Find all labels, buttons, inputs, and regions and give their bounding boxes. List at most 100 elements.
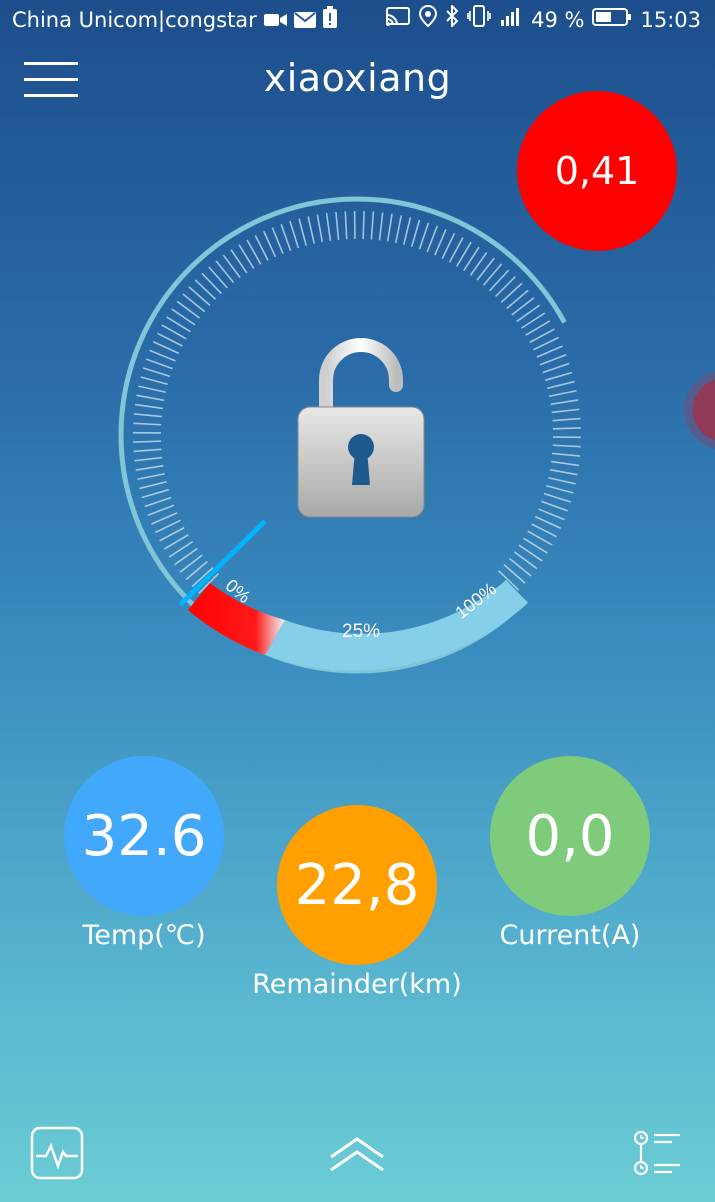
vibrate-icon (467, 0, 491, 40)
gauge-label-mid: 25% (342, 621, 380, 642)
gauge-tick (551, 408, 580, 414)
gauge-tick (271, 227, 284, 254)
pulse-chart-icon[interactable] (30, 1126, 84, 1180)
gauge-tick (541, 500, 569, 512)
gauge-tick (151, 512, 178, 525)
status-bar: China Unicom|congstar 49 % 15:03 (0, 0, 715, 40)
gauge-tick (133, 448, 162, 453)
gauge-tick (144, 496, 172, 508)
gauge-tick (543, 492, 571, 503)
gauge-tick (289, 221, 300, 249)
bluetooth-icon (445, 0, 459, 40)
temperature-circle[interactable]: 32.6 (64, 756, 224, 916)
gauge-tick (552, 417, 581, 422)
signal-icon (499, 0, 523, 40)
gauge-tick (418, 222, 430, 250)
gauge-tick (394, 215, 403, 244)
gauge-tick (136, 394, 165, 402)
app-screen: China Unicom|congstar 49 % 15:03 xiaoxia… (0, 0, 715, 1202)
remainder-value: 22,8 (294, 852, 420, 918)
clock: 15:03 (640, 8, 701, 32)
gauge-tick (145, 358, 173, 370)
gauge-tick (154, 519, 181, 534)
gauge-tick (489, 269, 510, 292)
gauge-tick (552, 444, 581, 448)
remainder-circle[interactable]: 22,8 (277, 805, 437, 965)
gauge-tick (140, 376, 168, 386)
chevron-up-icon[interactable] (328, 1133, 386, 1173)
gauge-tick (546, 484, 574, 494)
gauge-tick (538, 508, 565, 521)
gauge-tick (152, 341, 180, 355)
gauge-tick (325, 212, 332, 241)
gauge-tick (280, 223, 292, 251)
unlocked-padlock-icon[interactable] (296, 335, 426, 520)
gauge-tick (316, 214, 324, 243)
gauge-tick (141, 488, 170, 499)
mail-icon (294, 1, 317, 41)
gauge-tick (138, 385, 166, 394)
gauge-tick (149, 349, 176, 362)
gauge-tick (201, 272, 222, 295)
current-label: Current(A) (499, 920, 641, 951)
gauge-tick (549, 468, 578, 476)
history-list-icon[interactable] (632, 1128, 684, 1178)
video-icon (263, 1, 288, 41)
temperature-value: 32.6 (81, 803, 207, 869)
remainder-label: Remainder(km) (252, 969, 462, 1000)
gauge-tick (137, 472, 166, 481)
temperature-label: Temp(℃) (82, 920, 206, 951)
gauge-tick (386, 213, 393, 242)
gauge-tick (143, 367, 171, 378)
gauge-tick (194, 279, 217, 300)
gauge-tick (550, 399, 579, 406)
gauge-tick (134, 403, 163, 410)
battery-alert-icon (322, 1, 337, 41)
gauge-tick (551, 460, 580, 467)
gauge-tick (552, 452, 581, 457)
gauge-tick (378, 212, 384, 241)
gauge-tick (133, 440, 162, 443)
gauge-tick (500, 282, 523, 303)
gauge-tick (263, 230, 277, 258)
floating-assist-button[interactable] (684, 370, 715, 450)
gauge-tick (544, 371, 573, 382)
gauge-tick (547, 380, 575, 390)
battery-percent: 49 % (531, 8, 585, 32)
current-circle[interactable]: 0,0 (490, 756, 650, 916)
current-value: 0,0 (525, 803, 615, 869)
gauge-tick (133, 413, 162, 418)
gauge-tick (426, 225, 439, 253)
gauge-tick (534, 515, 562, 529)
gauge-tick (208, 266, 228, 289)
gauge-tick (536, 345, 563, 358)
location-icon (419, 0, 438, 40)
gauge-tick (548, 476, 576, 485)
cast-icon (385, 0, 411, 40)
gauge-tick (370, 211, 375, 240)
gauge-tick (188, 286, 211, 306)
gauge-tick (135, 464, 164, 471)
gauge-tick (134, 456, 163, 462)
gauge-tick (434, 229, 447, 256)
battery-icon (592, 0, 632, 40)
gauge-tick (133, 422, 162, 426)
gauge-tick (402, 217, 412, 245)
gauge-tick (335, 211, 340, 240)
gauge-tick (542, 362, 570, 374)
gauge-tick (548, 389, 577, 398)
gauge-tick (139, 480, 167, 490)
gauge-tick (552, 427, 581, 430)
gauge-tick (539, 353, 567, 366)
gauge-tick (441, 232, 456, 259)
gauge-tick (495, 276, 516, 297)
gauge-tick (344, 211, 348, 240)
gauge-tick (410, 219, 421, 248)
gauge-tick (362, 211, 365, 240)
carrier-name: China Unicom|congstar (12, 8, 257, 32)
gauge-tick (307, 216, 316, 244)
gauge-tick (503, 564, 526, 584)
gauge-tick (298, 218, 308, 246)
gauge-tick (147, 504, 175, 517)
gauge-tick (533, 336, 560, 351)
